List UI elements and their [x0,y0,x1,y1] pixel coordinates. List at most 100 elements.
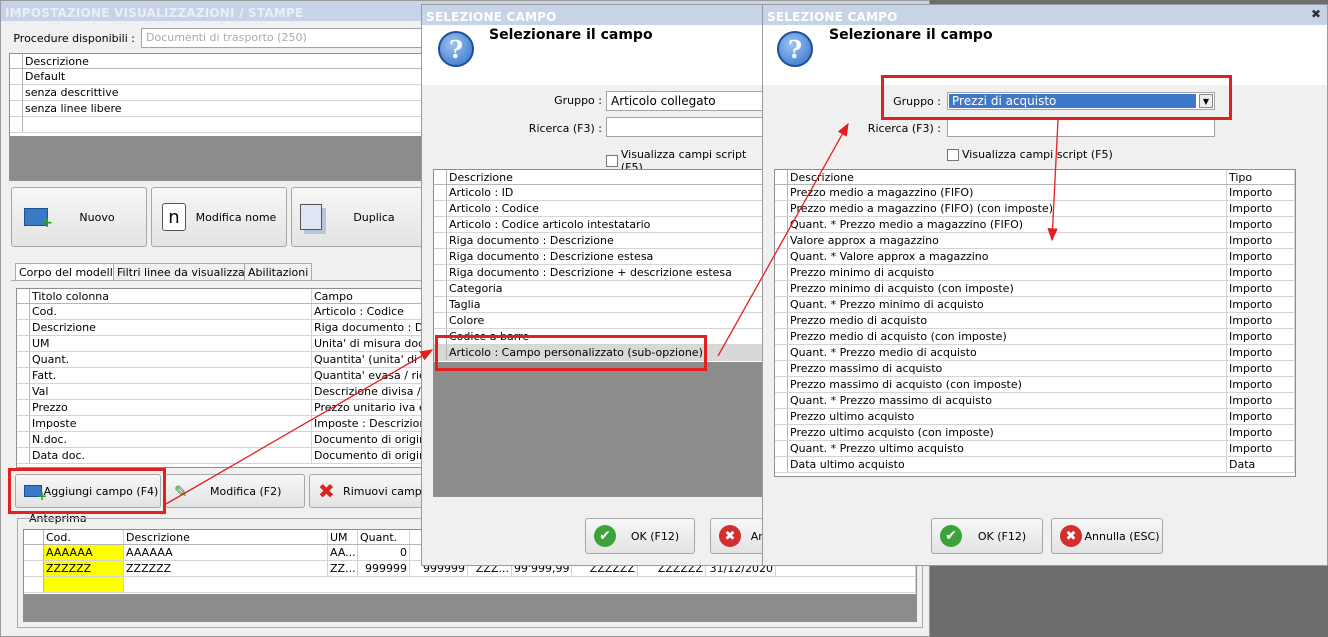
list-item[interactable]: Prezzo massimo di acquisto Importo [775,361,1295,377]
list-item[interactable]: Articolo : Codice [434,201,770,217]
list-item[interactable]: Quant. * Prezzo ultimo acquisto Importo [775,441,1295,457]
procedure-select[interactable]: Documenti di trasporto (250) [141,28,431,48]
model-row[interactable]: Default [10,69,428,85]
list-item[interactable]: Prezzo medio di acquisto Importo [775,313,1295,329]
list-item[interactable]: Prezzo ultimo acquisto Importo [775,409,1295,425]
column-row[interactable]: Val Descrizione divisa / val [17,384,428,400]
new-icon: + [24,208,53,231]
dialog2-heading: Selezionare il campo [829,27,993,43]
columns-rows: Cod. Articolo : Codice Descrizione Riga doc… [17,304,428,464]
list-item[interactable]: Prezzo medio a magazzino (FIFO) (con imp… [775,201,1295,217]
dialog2-search-input[interactable] [947,117,1215,137]
rename-icon: n [162,203,186,231]
column-row[interactable]: Cod. Articolo : Codice [17,304,428,320]
column-row[interactable]: N.doc. Documento di origine : [17,432,428,448]
cancel-icon: ✖ [1060,525,1082,547]
remove-field-button[interactable]: ✖ Rimuovi camp [309,474,431,508]
list-item[interactable]: Riga documento : Descrizione estesa [434,249,770,265]
edit-field-button[interactable]: ✎ Modifica (F2) [165,474,305,508]
close-icon[interactable]: ✖ [1311,7,1321,21]
dialog2-search-label: Ricerca (F3) : [867,122,941,135]
dialog1-search-input[interactable] [606,117,770,137]
list-item[interactable]: Articolo : ID [434,185,770,201]
list-item[interactable]: Riga documento : Descrizione + descrizio… [434,265,770,281]
column-row[interactable]: DescrizioneRiga documento : Desc [17,320,428,336]
list-item[interactable]: Articolo : Codice articolo intestatario [434,217,770,233]
tab-panel-border [11,280,429,281]
pencil-icon: ✎ [174,481,188,501]
list-item[interactable]: Data ultimo acquisto Data [775,457,1295,473]
dialog1-search-label: Ricerca (F3) : [528,122,602,135]
models-grid: Descrizione Default senza descrittive se… [9,53,429,181]
dialog1-title: SELEZIONE CAMPO [422,5,770,25]
header-titolo-colonna: Titolo colonna [30,289,312,303]
dialog1-group-select[interactable]: Articolo collegato [606,91,770,111]
select-field-dialog-1: SELEZIONE CAMPO ? Selezionare il campo G… [421,4,771,566]
preview-empty-row [24,577,916,593]
column-row[interactable]: Fatt.Quantita' evasa / rientr [17,368,428,384]
tab-abilitazioni[interactable]: Abilitazioni [244,263,313,281]
model-row[interactable]: senza linee libere [10,101,428,117]
column-row[interactable]: Prezzo Prezzo unitario iva escl [17,400,428,416]
question-icon: ? [777,31,813,67]
list-item[interactable]: Prezzo ultimo acquisto (con imposte) Impo… [775,425,1295,441]
list-item[interactable]: Colore [434,313,770,329]
list-item[interactable]: Taglia [434,297,770,313]
duplicate-icon [300,204,322,230]
checkbox-icon [947,148,959,161]
dialog2-script-checkbox[interactable]: Visualizza campi script (F5) [947,148,1113,161]
list-item[interactable]: Categoria [434,281,770,297]
list-item[interactable]: Prezzo minimo di acquisto Importo [775,265,1295,281]
highlight-custom-field [435,335,707,371]
columns-grid-header: Titolo colonna Campo [17,289,428,304]
new-model-button[interactable]: + Nuovo [11,187,147,247]
column-row[interactable]: UMUnita' di misura docume [17,336,428,352]
remove-icon: ✖ [318,479,335,503]
dialog2-ok-button[interactable]: ✔ OK (F12) [931,518,1043,554]
question-icon: ? [438,31,474,67]
column-row[interactable]: ImposteImposte : Descrizione b [17,416,428,432]
list-item[interactable]: Quant. * Prezzo medio di acquisto Importo [775,345,1295,361]
column-row[interactable]: Quant.Quantita' (unita' di misu [17,352,428,368]
header-campo: Campo [312,289,428,303]
dialog1-field-list: Descrizione Articolo : ID Articolo : Codi… [433,169,770,497]
list-item[interactable]: Quant. * Prezzo massimo di acquisto Impor… [775,393,1295,409]
dialog1-ok-button[interactable]: ✔ OK (F12) [585,518,695,554]
columns-grid: Titolo colonna Campo Cod. Articolo : Codi… [16,288,429,468]
procedure-label: Procedure disponibili : [13,32,135,45]
list-item[interactable]: Riga documento : Descrizione [434,233,770,249]
models-grid-header: Descrizione [10,54,428,69]
dialog1-heading: Selezionare il campo [489,27,653,43]
dialog2-list-header: Descrizione Tipo [775,170,1295,185]
dialog1-group-label: Gruppo : [554,94,602,107]
check-icon: ✔ [940,525,962,547]
row-indicator [10,54,23,68]
tab-filtri-linee[interactable]: Filtri linee da visualizzare [113,263,260,281]
dialog1-list-header: Descrizione [434,170,770,185]
check-icon: ✔ [594,525,616,547]
highlight-add-field [8,468,166,514]
models-grid-empty-area [10,136,428,180]
list-item[interactable]: Quant. * Prezzo minimo di acquisto Import… [775,297,1295,313]
list-item[interactable]: Quant. * Prezzo medio a magazzino (FIFO)… [775,217,1295,233]
preview-empty-area [24,594,916,621]
list-item[interactable]: Valore approx a magazzino Importo [775,233,1295,249]
tab-corpo-modello[interactable]: Corpo del modello [15,263,124,281]
list-item[interactable]: Prezzo medio di acquisto (con imposte) Im… [775,329,1295,345]
model-row[interactable]: senza descrittive [10,85,428,101]
dialog2-title: SELEZIONE CAMPO [763,5,1327,25]
dialog2-cancel-button[interactable]: ✖ Annulla (ESC) [1051,518,1163,554]
rename-model-button[interactable]: n Modifica nome [151,187,287,247]
list-item[interactable]: Prezzo minimo di acquisto (con imposte) I… [775,281,1295,297]
list-item[interactable]: Prezzo massimo di acquisto (con imposte)… [775,377,1295,393]
list-item[interactable]: Prezzo medio a magazzino (FIFO) Importo [775,185,1295,201]
duplicate-model-button[interactable]: Duplica [291,187,427,247]
dialog2-field-list: Descrizione Tipo Prezzo medio a magazzin… [774,169,1296,477]
column-row[interactable]: Data doc. Documento di origine : [17,448,428,464]
highlight-group [881,75,1232,120]
list-item[interactable]: Quant. * Valore approx a magazzino Import… [775,249,1295,265]
model-row-empty[interactable] [10,117,428,133]
cancel-icon: ✖ [719,525,741,547]
dialog2-rows: Prezzo medio a magazzino (FIFO) Importo Pr… [775,185,1295,473]
dialog1-empty-area [434,362,770,496]
